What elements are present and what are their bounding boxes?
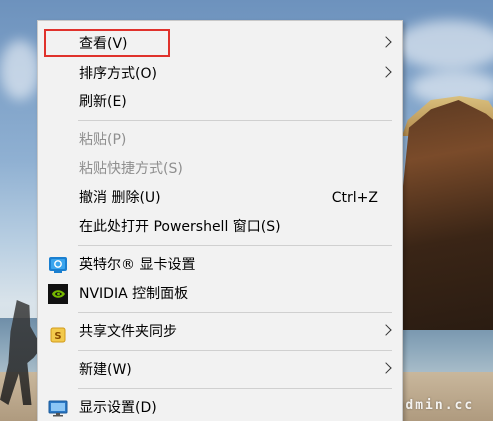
nvidia-icon bbox=[48, 284, 68, 304]
menu-separator bbox=[78, 245, 392, 246]
menu-item-display-settings[interactable]: 显示设置(D) bbox=[38, 393, 402, 421]
menu-separator bbox=[78, 350, 392, 351]
menu-item-label: 共享文件夹同步 bbox=[79, 324, 177, 340]
menu-item-label: 英特尔® 显卡设置 bbox=[79, 257, 196, 273]
menu-item-shared-folder-sync[interactable]: S 共享文件夹同步 bbox=[38, 317, 402, 347]
menu-item-label: 粘贴快捷方式(S) bbox=[79, 161, 183, 177]
menu-item-new[interactable]: 新建(W) bbox=[38, 355, 402, 385]
menu-item-open-powershell[interactable]: 在此处打开 Powershell 窗口(S) bbox=[38, 212, 402, 242]
highlight-annotation bbox=[44, 29, 170, 57]
svg-text:S: S bbox=[54, 331, 61, 342]
menu-item-undo-delete[interactable]: 撤消 删除(U) Ctrl+Z bbox=[38, 183, 402, 213]
display-settings-icon bbox=[48, 398, 68, 418]
menu-item-refresh[interactable]: 刷新(E) bbox=[38, 87, 402, 117]
desktop[interactable]: https://www.i7admin.cc 查看(V) 排序方式(O) 刷新(… bbox=[0, 0, 493, 421]
menu-item-label: 显示设置(D) bbox=[79, 400, 157, 416]
menu-item-shortcut: Ctrl+Z bbox=[331, 190, 378, 206]
chevron-right-icon bbox=[380, 36, 392, 48]
menu-separator bbox=[78, 388, 392, 389]
shared-folder-sync-icon: S bbox=[50, 324, 66, 343]
chevron-right-icon bbox=[380, 324, 392, 336]
menu-separator bbox=[78, 120, 392, 121]
menu-item-paste[interactable]: 粘贴(P) bbox=[38, 125, 402, 155]
intel-graphics-icon bbox=[48, 255, 68, 275]
menu-item-label: 撤消 删除(U) bbox=[79, 190, 161, 206]
menu-item-nvidia-control-panel[interactable]: NVIDIA 控制面板 bbox=[38, 279, 402, 309]
menu-item-label: 粘贴(P) bbox=[79, 132, 127, 148]
menu-separator bbox=[78, 312, 392, 313]
menu-item-sort-by[interactable]: 排序方式(O) bbox=[38, 59, 402, 89]
menu-item-label: 在此处打开 Powershell 窗口(S) bbox=[79, 219, 281, 235]
menu-item-label: 排序方式(O) bbox=[79, 66, 157, 82]
menu-item-label: 刷新(E) bbox=[79, 94, 127, 110]
desktop-context-menu: 查看(V) 排序方式(O) 刷新(E) 粘贴(P) 粘贴快捷方式(S) 撤消 删… bbox=[37, 20, 403, 421]
menu-item-intel-graphics[interactable]: 英特尔® 显卡设置 bbox=[38, 250, 402, 280]
menu-item-paste-shortcut[interactable]: 粘贴快捷方式(S) bbox=[38, 154, 402, 184]
menu-item-label: NVIDIA 控制面板 bbox=[79, 286, 189, 302]
chevron-right-icon bbox=[380, 66, 392, 78]
menu-item-label: 新建(W) bbox=[79, 362, 132, 378]
chevron-right-icon bbox=[380, 362, 392, 374]
